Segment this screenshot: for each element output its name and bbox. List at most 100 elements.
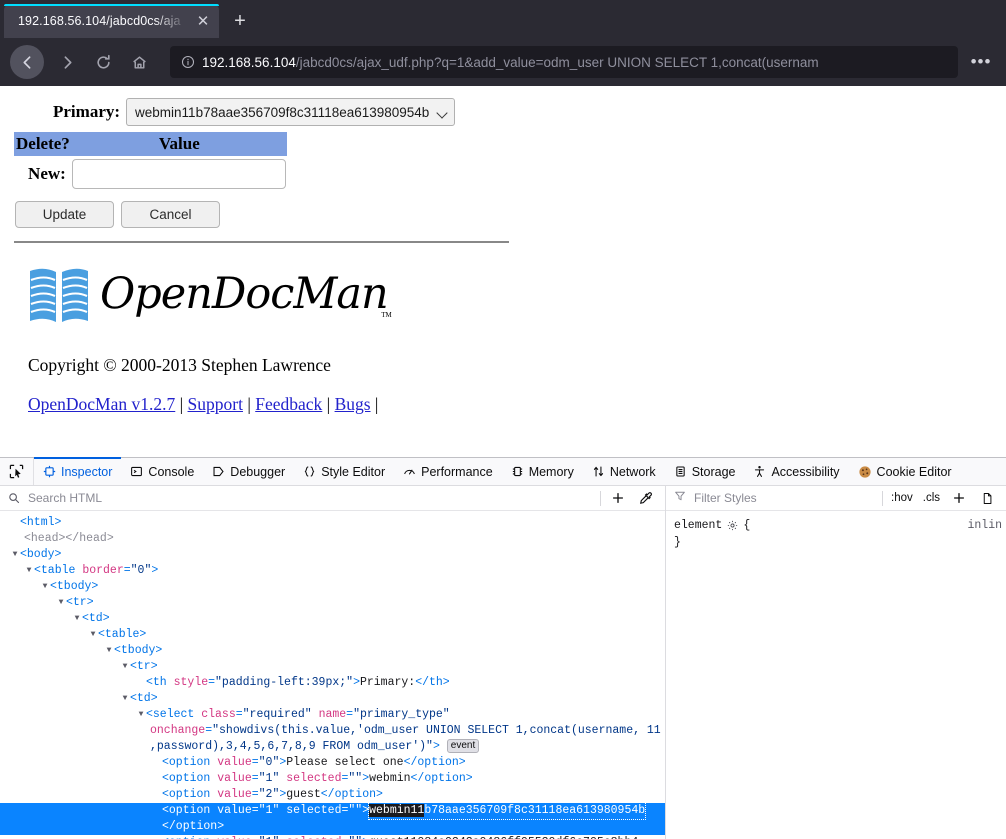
rule-selector: element bbox=[674, 519, 723, 532]
footer-link-support[interactable]: Support bbox=[188, 394, 243, 414]
twisty[interactable]: ▼ bbox=[10, 547, 20, 563]
twisty[interactable]: ▼ bbox=[56, 595, 66, 611]
element-picker-icon[interactable] bbox=[0, 458, 34, 485]
twisty[interactable]: ▼ bbox=[72, 611, 82, 627]
markup-search-bar bbox=[0, 486, 665, 511]
dom-tree[interactable]: <html> <head></head> ▼ <body> ▼ <table bor… bbox=[0, 511, 665, 839]
search-html-input[interactable] bbox=[26, 490, 594, 506]
dom-node[interactable]: ▼ <tr> bbox=[0, 659, 665, 675]
close-icon[interactable]: ✕ bbox=[193, 11, 213, 31]
rule-close-brace: } bbox=[674, 536, 681, 549]
reload-icon[interactable] bbox=[86, 45, 120, 79]
page-info-icon[interactable] bbox=[178, 55, 198, 69]
dom-node-option[interactable]: <option value="2">guest</option> bbox=[0, 787, 665, 803]
delete-column-header: Delete? bbox=[14, 132, 72, 156]
url-bar[interactable]: 192.168.56.104/jabcd0cs/ajax_udf.php?q=1… bbox=[170, 46, 958, 78]
footer-link-bugs[interactable]: Bugs bbox=[335, 394, 371, 414]
update-button[interactable]: Update bbox=[15, 201, 114, 228]
footer-separator: | bbox=[247, 394, 251, 414]
tab-style-editor[interactable]: Style Editor bbox=[294, 458, 394, 485]
accessibility-icon bbox=[753, 465, 766, 478]
eyedropper-icon[interactable] bbox=[635, 491, 657, 505]
page-content: Primary: webmin11b78aae356709f8c31118ea6… bbox=[0, 86, 1006, 457]
footer-link-feedback[interactable]: Feedback bbox=[255, 394, 322, 414]
dom-node[interactable]: ▼ <table> bbox=[0, 627, 665, 643]
dom-node[interactable]: ▼ <tbody> bbox=[0, 579, 665, 595]
network-icon bbox=[592, 465, 605, 478]
dom-node[interactable]: ▼ <td> bbox=[0, 691, 665, 707]
dom-node[interactable]: <head></head> bbox=[0, 531, 665, 547]
footer-separator: | bbox=[374, 394, 379, 414]
dom-node[interactable]: <html> bbox=[0, 515, 665, 531]
footer-separator: | bbox=[179, 394, 184, 414]
new-tab-button[interactable]: + bbox=[225, 6, 255, 36]
tab-accessibility[interactable]: Accessibility bbox=[744, 458, 848, 485]
back-arrow-icon[interactable] bbox=[10, 45, 44, 79]
copyright-text: Copyright © 2000-2013 Stephen Lawrence bbox=[28, 355, 331, 375]
css-rules-view[interactable]: element { } inlin bbox=[666, 511, 1006, 839]
gear-icon[interactable] bbox=[727, 520, 738, 531]
tab-network[interactable]: Network bbox=[583, 458, 665, 485]
dom-node-select[interactable]: ▼ <select class="required" name="primary_… bbox=[0, 707, 665, 755]
console-icon bbox=[130, 465, 143, 478]
page-actions-icon[interactable]: ••• bbox=[966, 52, 996, 72]
event-badge[interactable]: event bbox=[446, 739, 480, 753]
new-value-input[interactable] bbox=[71, 159, 286, 189]
tab-network-label: Network bbox=[609, 464, 656, 479]
tab-performance[interactable]: Performance bbox=[394, 458, 502, 485]
rule-source-label[interactable]: inlin bbox=[967, 517, 1002, 534]
tab-console-label: Console bbox=[148, 464, 195, 479]
cls-toggle[interactable]: .cls bbox=[921, 492, 942, 504]
twisty[interactable]: ▼ bbox=[136, 707, 146, 723]
tab-cookie-editor[interactable]: Cookie Editor bbox=[849, 458, 961, 485]
debugger-icon bbox=[212, 465, 225, 478]
add-node-icon[interactable] bbox=[607, 491, 629, 505]
footer-link-version[interactable]: OpenDocMan v1.2.7 bbox=[28, 394, 175, 414]
print-styles-icon[interactable] bbox=[976, 492, 998, 505]
tab-memory[interactable]: Memory bbox=[502, 458, 583, 485]
hov-toggle[interactable]: :hov bbox=[889, 492, 915, 504]
toolbar-divider bbox=[600, 490, 601, 506]
dom-node[interactable]: ▼ <td> bbox=[0, 611, 665, 627]
tab-debugger-label: Debugger bbox=[230, 464, 286, 479]
search-icon bbox=[8, 492, 20, 504]
tab-debugger[interactable]: Debugger bbox=[203, 458, 294, 485]
dom-node[interactable]: ▼ <table border="0"> bbox=[0, 563, 665, 579]
footer-links: OpenDocMan v1.2.7 | Support | Feedback |… bbox=[28, 394, 1006, 415]
dom-node[interactable]: ▼ <body> bbox=[0, 547, 665, 563]
dom-node-th[interactable]: <th style="padding-left:39px;">Primary:<… bbox=[0, 675, 665, 691]
filter-icon bbox=[674, 489, 686, 507]
cancel-button[interactable]: Cancel bbox=[121, 201, 220, 228]
twisty[interactable]: ▼ bbox=[120, 659, 130, 675]
filter-styles-input[interactable] bbox=[692, 490, 876, 506]
dom-node-option[interactable]: <option value="0">Please select one</opt… bbox=[0, 755, 665, 771]
add-rule-icon[interactable] bbox=[948, 491, 970, 505]
tab-inspector[interactable]: Inspector bbox=[34, 457, 122, 485]
primary-row: Primary: webmin11b78aae356709f8c31118ea6… bbox=[14, 96, 456, 128]
editable-text-node[interactable]: webmin11b78aae356709f8c31118ea613980954b bbox=[368, 802, 647, 820]
twisty[interactable]: ▼ bbox=[88, 627, 98, 643]
home-icon[interactable] bbox=[122, 45, 156, 79]
dom-node-option[interactable]: <option value="1" selected="">guest11084… bbox=[0, 835, 665, 839]
value-column-header: Value bbox=[71, 132, 287, 156]
tab-style-editor-label: Style Editor bbox=[321, 464, 386, 479]
values-table: Delete? Value New: Update Cancel bbox=[14, 132, 287, 229]
twisty[interactable]: ▼ bbox=[40, 579, 50, 595]
tab-storage[interactable]: Storage bbox=[665, 458, 745, 485]
dom-node[interactable]: ▼ <tr> bbox=[0, 595, 665, 611]
twisty[interactable]: ▼ bbox=[104, 643, 114, 659]
dom-node-option[interactable]: <option value="1" selected="">webmin</op… bbox=[0, 771, 665, 787]
dom-node[interactable]: ▼ <tbody> bbox=[0, 643, 665, 659]
rule-open-brace: { bbox=[743, 519, 751, 532]
browser-tab[interactable]: 192.168.56.104/jabcd0cs/aja ✕ bbox=[4, 4, 219, 38]
browser-tab-title: 192.168.56.104/jabcd0cs/aja bbox=[18, 14, 181, 28]
element-rule-header: element { bbox=[674, 517, 998, 534]
twisty[interactable]: ▼ bbox=[24, 563, 34, 579]
dom-node-option-selected[interactable]: <option value="1" selected="">webmin11b7… bbox=[0, 802, 665, 835]
primary-type-select[interactable]: webmin11b78aae356709f8c31118ea613980954b bbox=[126, 98, 456, 126]
book-icon bbox=[30, 268, 88, 322]
tab-console[interactable]: Console bbox=[121, 458, 203, 485]
logo-trademark: TM bbox=[381, 311, 392, 319]
forward-arrow-icon[interactable] bbox=[50, 45, 84, 79]
twisty[interactable]: ▼ bbox=[120, 691, 130, 707]
